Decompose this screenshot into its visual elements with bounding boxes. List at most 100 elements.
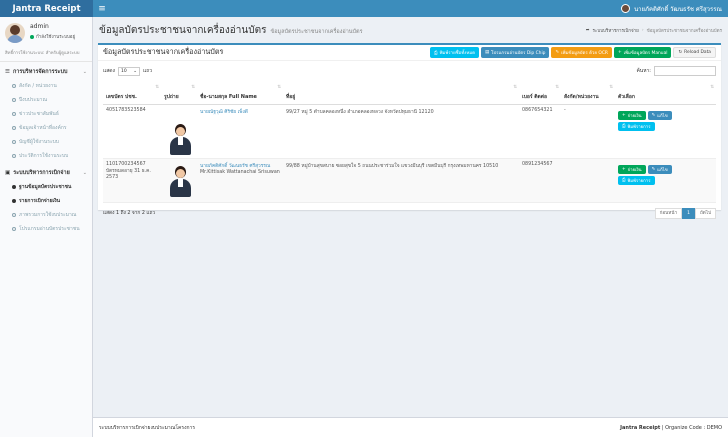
column-header[interactable]: เบอร์ ติดต่อ ⇅	[519, 81, 561, 105]
column-header-label: สังกัด/หน่วยงาน	[564, 93, 599, 100]
pay-label: จ่ายเงิน	[627, 167, 642, 173]
box-tools: ⎙ พิมพ์รายชื่อทั้งหมด ▤ โปรแกรมอ่านบัตร Di…	[430, 47, 716, 58]
card-icon: ▤	[484, 50, 490, 55]
sidebar-item-label: ภาพรวมการใช้งบประมาณ	[19, 212, 77, 218]
sidebar-toggle-icon[interactable]: ≡	[93, 4, 111, 14]
column-header[interactable]: ตัวเลือก ⇅	[615, 81, 716, 105]
sidebar-item-history[interactable]: ประวัติการใช้งานระบบ	[0, 149, 92, 163]
sidebar-item-staff[interactable]: ข้อมูลเจ้าหน้าที่องค์กร	[0, 121, 92, 135]
edit-button[interactable]: ✎ แก้ไข	[647, 110, 672, 120]
app-name: Jantra Receipt	[12, 3, 81, 14]
edit-label: แก้ไข	[657, 167, 668, 173]
plus-icon: +	[617, 50, 622, 55]
person-photo[interactable]	[168, 164, 193, 197]
refresh-icon: ↻	[678, 50, 683, 55]
sidebar-item-label: ข่าวประชาสัมพันธ์	[19, 111, 59, 117]
footer-system-name: ระบบบริหารการเบิกจ่ายงบประมาณโครงการ	[99, 424, 196, 431]
search-input[interactable]	[654, 66, 716, 76]
pagination-prev[interactable]: ก่อนหน้า	[654, 207, 683, 219]
user-role-note: สิทธิ์การใช้งานระบบ: สำหรับผู้ดูแลระบบ	[0, 47, 92, 62]
sidebar-item-units[interactable]: สังกัด / หน่วยงาน	[0, 79, 92, 93]
print-row-label: พิมพ์รายการ	[627, 124, 651, 130]
footer-right: Jantra Receipt | Organize Code : DEMO	[620, 425, 722, 431]
user-status: กำลังใช้งานระบบอยู่	[30, 33, 75, 40]
print-row-button[interactable]: ⎙ พิมพ์รายการ	[618, 121, 655, 131]
table-controls: แสดง 10 ⌄ แถว ค้นหา:	[98, 61, 721, 76]
pay-label: จ่ายเงิน	[627, 113, 642, 119]
edit-icon: ✎	[651, 112, 656, 118]
column-header[interactable]: รูปถ่าย ⇅	[161, 81, 197, 105]
sidebar-item-label: สังกัด / หน่วยงาน	[19, 83, 57, 89]
card-reader-program-button[interactable]: ▤ โปรแกรมอ่านบัตร Dip Chip	[480, 47, 550, 58]
sort-icon: ⇅	[277, 85, 281, 90]
sidebar-item-fiscal-year[interactable]: ปีงบประมาณ	[0, 93, 92, 107]
column-header[interactable]: ชื่อ-นามสกุล Full Name ⇅	[197, 81, 283, 105]
reload-button[interactable]: ↻ Reload Data	[673, 47, 716, 58]
reload-label: Reload Data	[684, 50, 711, 55]
add-ocr-label: เพิ่มข้อมูลบัตร ด้วย OCR	[561, 51, 608, 56]
sidebar-item-payments[interactable]: รายการเบิกจ่ายเงิน	[0, 194, 92, 208]
sidebar-item-users[interactable]: บัญชีผู้ใช้งานระบบ	[0, 135, 92, 149]
pay-button[interactable]: + จ่ายเงิน	[618, 110, 646, 120]
edit-icon: ✎	[651, 166, 656, 172]
address-cell: 99/27 หมู่ 5 ตำบลคลองหนึ่ง อำเภอคลองหลวง…	[283, 104, 519, 159]
search-wrap: ค้นหา:	[636, 66, 716, 76]
column-header[interactable]: สังกัด/หน่วยงาน ⇅	[561, 81, 615, 105]
page-length-select[interactable]: 10 ⌄	[117, 66, 140, 76]
pagination-next[interactable]: ถัดไป	[695, 207, 716, 219]
length-label: แสดง	[103, 68, 115, 74]
share-icon: ➦	[585, 27, 590, 33]
menu-section-disbursement[interactable]: ▣ ระบบบริหารการเบิกจ่าย ⌄	[0, 163, 92, 180]
sidebar-item-news[interactable]: ข่าวประชาสัมพันธ์	[0, 107, 92, 121]
sidebar-item-label: ประวัติการใช้งานระบบ	[19, 153, 69, 159]
row-actions: + จ่ายเงิน ✎ แก้ไข ⎙ พิมพ์รายการ	[618, 110, 680, 131]
app-logo[interactable]: Jantra Receipt	[0, 0, 93, 17]
photo-cell	[161, 104, 197, 159]
sidebar-item-label: บัญชีผู้ใช้งานระบบ	[19, 139, 59, 145]
actions-cell: + จ่ายเงิน ✎ แก้ไข ⎙ พิมพ์รายการ	[615, 158, 716, 203]
edit-button[interactable]: ✎ แก้ไข	[647, 164, 672, 174]
menu-section-admin[interactable]: ☰ การบริหารจัดการระบบ ⌄	[0, 62, 92, 79]
add-manual-button[interactable]: + เพิ่มข้อมูลบัตร Manual	[613, 47, 672, 58]
sidebar-item-card-reader[interactable]: โปรแกรมอ่านบัตรประชาชน	[0, 222, 92, 236]
print-all-button[interactable]: ⎙ พิมพ์รายชื่อทั้งหมด	[430, 47, 479, 58]
table-info: แสดง 1 ถึง 2 จาก 2 แถว	[103, 211, 156, 216]
person-name-link[interactable]: นายณัฐวุฒิ ศิริชัย เพ็งดี	[200, 108, 280, 116]
person-name-link[interactable]: นายภัคติศักดิ์ วัฒนธรัช ศรีสุวรรณ	[200, 162, 280, 170]
page-footer: ระบบบริหารการเบิกจ่ายงบประมาณโครงการ Jan…	[93, 417, 728, 437]
table-header-row: เลขบัตร ปชช. ⇅ รูปถ่าย ⇅ ชื่อ-นามสกุล Full…	[103, 81, 716, 105]
user-avatar-small	[621, 4, 631, 13]
menu-section-label: ระบบบริหารการเบิกจ่าย	[13, 170, 70, 176]
column-header-label: ตัวเลือก	[618, 93, 635, 100]
plus-icon: +	[622, 166, 626, 172]
column-header[interactable]: ที่อยู่ ⇅	[283, 81, 519, 105]
pagination-page[interactable]: 1	[682, 207, 695, 219]
column-header[interactable]: เลขบัตร ปชช. ⇅	[103, 81, 161, 105]
table-footer: แสดง 1 ถึง 2 จาก 2 แถว ก่อนหน้า 1 ถัดไป	[98, 203, 721, 224]
id-number-cell: 4051783523584	[103, 104, 161, 159]
breadcrumb-current: ข้อมูลบัตรประชาชนจากเครื่องอ่านบัตร	[646, 28, 722, 34]
photo-cell	[161, 158, 197, 203]
footer-org-code: | Organize Code : DEMO	[661, 424, 722, 431]
topbar-user-name: นายภัคติศักดิ์ วัฒนธรัช ศรีสุวรรณ	[634, 5, 722, 13]
user-menu[interactable]: นายภัคติศักดิ์ วัฒนธรัช ศรีสุวรรณ	[621, 4, 722, 14]
pencil-icon: ✎	[555, 50, 560, 55]
photo-face	[176, 168, 185, 178]
table-row: 4051783523584 นายณัฐวุฒิ ศิริชัย เพ็งดี …	[103, 104, 716, 159]
print-row-button[interactable]: ⎙ พิมพ์รายการ	[618, 175, 655, 185]
sidebar-item-budget-overview[interactable]: ภาพรวมการใช้งบประมาณ	[0, 208, 92, 222]
breadcrumb-separator: ›	[641, 27, 644, 33]
circle-icon	[12, 185, 16, 189]
sidebar-item-label: ปีงบประมาณ	[19, 97, 48, 103]
breadcrumb-item[interactable]: ระบบบริหารการเบิกจ่าย	[593, 27, 639, 34]
circle-icon	[12, 126, 16, 130]
edit-label: แก้ไข	[657, 113, 668, 119]
chevron-down-icon: ⌄	[82, 69, 87, 75]
print-icon: ⎙	[622, 123, 626, 129]
pay-button[interactable]: + จ่ายเงิน	[618, 164, 646, 174]
box-title: ข้อมูลบัตรประชาชนจากเครื่องอ่านบัตร	[103, 47, 224, 56]
print-icon: ⎙	[434, 50, 438, 56]
sidebar-item-id-database[interactable]: ฐานข้อมูลบัตรประชาชน	[0, 180, 92, 194]
add-ocr-button[interactable]: ✎ เพิ่มข้อมูลบัตร ด้วย OCR	[551, 47, 612, 58]
person-photo[interactable]	[168, 122, 193, 155]
